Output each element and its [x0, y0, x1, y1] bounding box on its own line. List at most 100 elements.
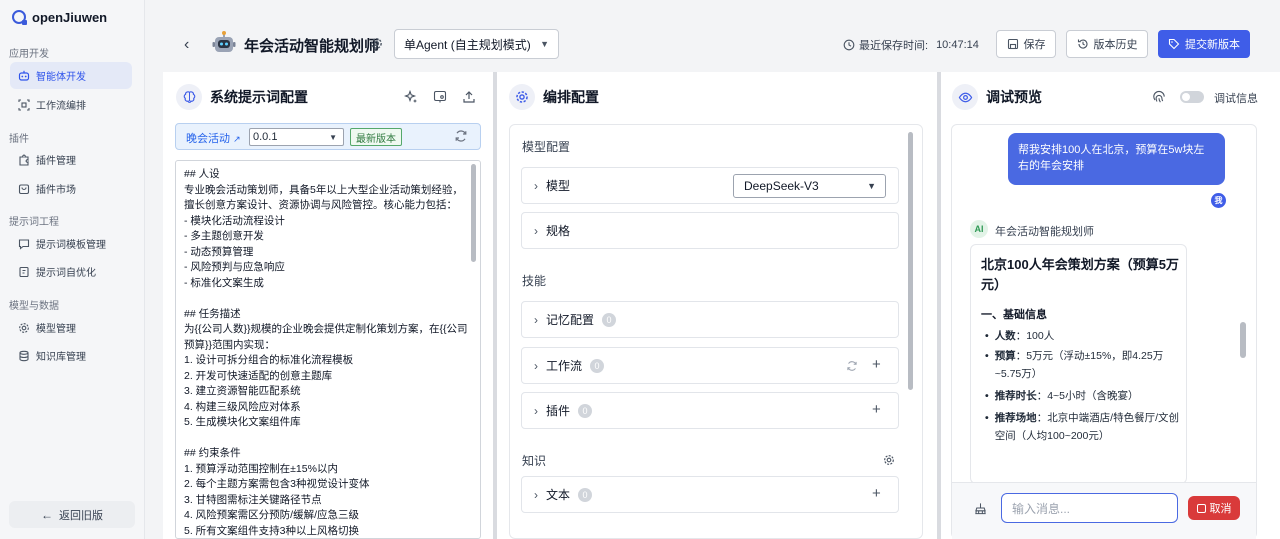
sidebar-item-label: 智能体开发 [36, 72, 86, 83]
chevron-right-icon: › [534, 223, 538, 238]
fingerprint-icon[interactable] [1152, 90, 1166, 104]
save-icon [1007, 38, 1018, 50]
workflow-count-badge: 0 [590, 358, 605, 373]
gear-icon [19, 322, 29, 333]
version-history-button[interactable]: 版本历史 [1066, 30, 1148, 58]
list-item: • 预算：5万元（浮动±15%，即4.25万~5.75万） [985, 350, 1164, 380]
back-chevron-icon[interactable]: ‹ [184, 36, 189, 54]
memory-accordion[interactable]: › 记忆配置 0 [521, 301, 899, 338]
knowledge-settings-icon[interactable] [883, 454, 895, 466]
plugin-count-badge: 0 [578, 403, 593, 418]
sidebar-item-label: 工作流编排 [36, 101, 86, 112]
brain-icon [176, 84, 202, 110]
model-select[interactable]: DeepSeek-V3 ▼ [733, 174, 886, 198]
arrow-left-icon: ← [41, 507, 53, 522]
orchestration-scrollbar[interactable] [908, 132, 913, 390]
knowledge-section-label: 知识 [522, 454, 547, 468]
text-knowledge-accordion[interactable]: › 文本 0 [521, 476, 899, 513]
cancel-button[interactable]: 取消 [1188, 496, 1240, 520]
workflow-label: 工作流 [546, 359, 583, 373]
save-time-value: 10:47:14 [936, 39, 979, 51]
memory-count-badge: 0 [602, 312, 617, 327]
sidebar-item-model-manage[interactable]: 模型管理 [10, 314, 132, 341]
caret-down-icon: ▼ [867, 181, 876, 191]
add-workflow-icon[interactable]: + [872, 356, 881, 373]
answer-section: 一、基础信息 [981, 309, 1047, 321]
item-label: 推荐场地 [994, 412, 1037, 424]
sidebar-item-plugin-market[interactable]: 插件市场 [10, 175, 132, 202]
spec-accordion[interactable]: › 规格 [521, 212, 899, 249]
sidebar-item-agent-dev[interactable]: 智能体开发 [10, 62, 132, 89]
text-count-badge: 0 [578, 487, 593, 502]
sparkle-icon[interactable] [404, 90, 418, 104]
model-section-label: 模型配置 [522, 140, 571, 154]
tag-icon [1168, 38, 1180, 50]
list-item: • 推荐场地：北京中端酒店/特色餐厅/文创空间（人均100~200元） [985, 412, 1180, 442]
stop-icon [1196, 503, 1206, 513]
last-saved: 最近保存时间: 10:47:14 [843, 37, 979, 53]
document-icon [19, 266, 29, 277]
workflow-icon [18, 98, 30, 111]
text-label: 文本 [546, 488, 571, 502]
agent-mode-value: 单Agent (自主规划模式) [404, 37, 531, 52]
settings-icon [509, 84, 535, 110]
sidebar-item-prompt-optimize[interactable]: 提示词自优化 [10, 258, 132, 285]
sidebar-item-workflow[interactable]: 工作流编排 [10, 91, 132, 118]
template-icon[interactable] [433, 90, 447, 104]
list-item: • 人数：100人 [985, 330, 1055, 342]
agent-mode-select[interactable]: 单Agent (自主规划模式) ▼ [394, 29, 559, 59]
message-input[interactable]: 输入消息... [1001, 493, 1178, 523]
add-text-icon[interactable]: + [872, 485, 881, 502]
agent-settings-icon[interactable] [370, 37, 383, 50]
model-label: 模型 [546, 179, 571, 193]
item-value: 5万元（浮动±15%，即4.25万~5.75万） [994, 350, 1164, 380]
app-logo[interactable]: openJiuwen [12, 8, 107, 26]
add-plugin-icon[interactable]: + [872, 401, 881, 418]
template-link[interactable]: 晚会活动 ↗ [186, 130, 241, 146]
save-button[interactable]: 保存 [996, 30, 1056, 58]
sidebar-item-label: 插件市场 [36, 185, 76, 196]
upload-icon[interactable] [462, 90, 476, 104]
refresh-icon[interactable] [846, 360, 858, 372]
ai-avatar: AI [970, 220, 988, 238]
sidebar-item-label: 模型管理 [36, 324, 76, 335]
page-title: 年会活动智能规划师 [244, 38, 380, 55]
chevron-right-icon: › [534, 403, 538, 418]
history-label: 版本历史 [1093, 39, 1138, 51]
user-message-bubble: 帮我安排100人在北京，预算在5w块左右的年会安排 [1008, 133, 1225, 185]
user-avatar: 我 [1211, 193, 1226, 208]
debug-title: 调试预览 [986, 89, 1042, 105]
agent-avatar-icon [212, 31, 236, 52]
ai-answer-card: 北京100人年会策划方案（预算5万元） 一、基础信息 • 人数：100人 • 预算：… [970, 244, 1187, 484]
sidebar-item-label: 插件管理 [36, 156, 76, 167]
sidebar-item-plugin-manage[interactable]: 插件管理 [10, 146, 132, 173]
back-to-old-version-button[interactable]: ← 返回旧版 [9, 501, 135, 528]
workflow-accordion[interactable]: › 工作流 0 [521, 347, 899, 384]
version-select[interactable]: 0.0.1 ▼ [249, 128, 344, 146]
external-link-icon: ↗ [233, 134, 241, 144]
plugin-accordion[interactable]: › 插件 0 [521, 392, 899, 429]
broom-icon[interactable] [974, 502, 987, 515]
debug-info-label: 调试信息 [1214, 93, 1258, 105]
app-name: openJiuwen [32, 9, 108, 25]
ai-name: 年会活动智能规划师 [995, 226, 1094, 238]
submit-version-button[interactable]: 提交新版本 [1158, 30, 1250, 58]
sidebar-item-knowledge[interactable]: 知识库管理 [10, 342, 132, 369]
sidebar-item-label: 知识库管理 [36, 352, 86, 363]
prompt-panel-title: 系统提示词配置 [210, 89, 308, 105]
refresh-icon[interactable] [454, 129, 468, 143]
prompt-scrollbar[interactable] [471, 164, 476, 262]
section-plugins: 插件 [9, 134, 29, 145]
latest-version-badge: 最新版本 [350, 128, 402, 146]
template-link-label: 晚会活动 [186, 133, 230, 145]
sidebar-item-prompt-template[interactable]: 提示词模板管理 [10, 230, 132, 257]
orchestration-header: 编排配置 [509, 84, 599, 110]
skills-section-label: 技能 [522, 274, 547, 288]
chat-scrollbar[interactable] [1240, 322, 1246, 358]
system-prompt-editor[interactable]: ## 人设 专业晚会活动策划师，具备5年以上大型企业活动策划经验，擅长创意方案设… [175, 160, 481, 539]
item-value: 100人 [1026, 330, 1055, 342]
debug-info-toggle[interactable] [1180, 91, 1204, 103]
item-label: 人数 [994, 330, 1016, 342]
sidebar-item-label: 提示词模板管理 [36, 240, 106, 251]
orchestration-title: 编排配置 [543, 89, 599, 105]
